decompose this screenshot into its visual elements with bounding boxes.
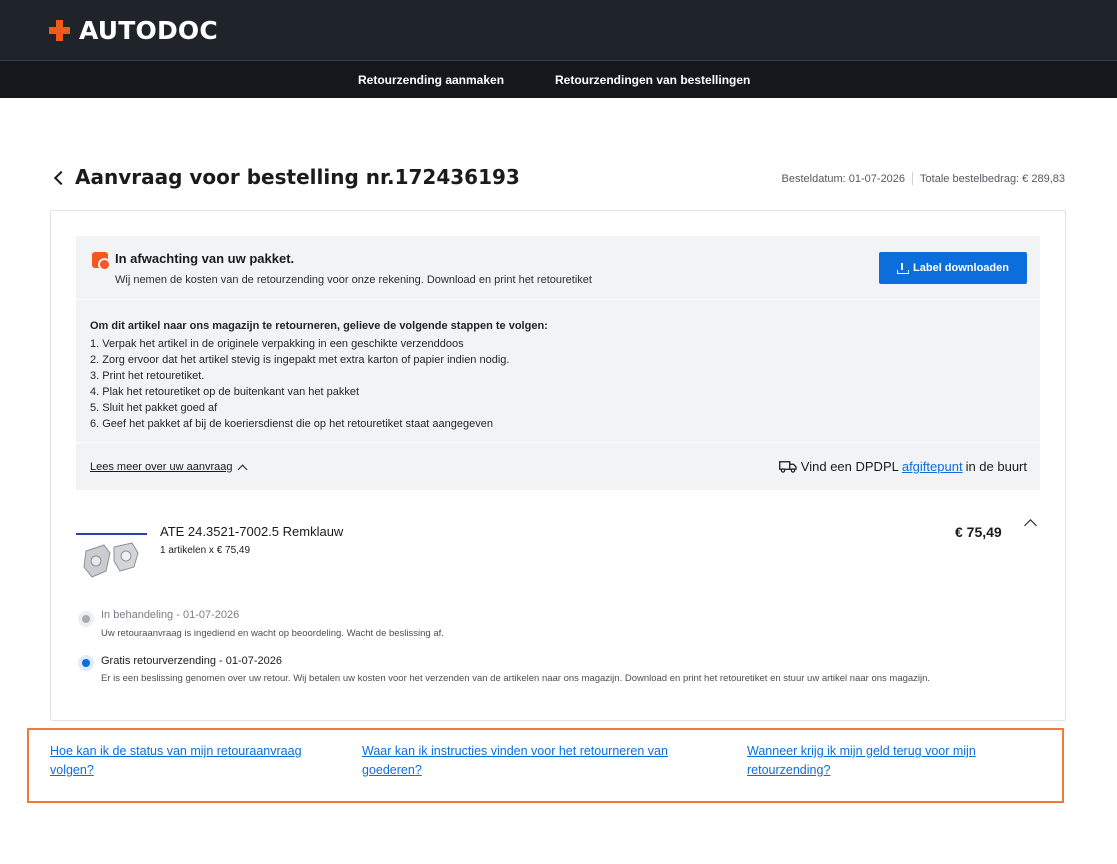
faq-line: retourzending? [747, 763, 831, 777]
label-download-button[interactable]: Label downloaden [879, 252, 1027, 284]
package-clock-icon [92, 252, 111, 271]
status-title: In afwachting van uw pakket. [115, 251, 295, 266]
step-item: 4. Plak het retouretiket op de buitenkan… [90, 386, 360, 398]
timeline-description: Er is een beslissing genomen over uw ret… [101, 673, 931, 684]
step-item: 6. Geef het pakket af bij de koeriersdie… [90, 418, 493, 430]
download-icon [897, 262, 910, 274]
chevron-up-icon [238, 464, 248, 474]
dpd-prefix: Vind een DPDPL [800, 459, 899, 474]
top-header: AUTODOC [0, 0, 1117, 60]
order-date: Besteldatum: 01-07-2026 [781, 172, 906, 185]
plus-logo-icon [49, 19, 70, 41]
product-price: € 75,49 [955, 524, 1002, 540]
step-item: 3. Print het retouretiket. [90, 370, 205, 382]
timeline-description: Uw retouraanvraag is ingediend en wacht … [101, 628, 444, 639]
label-download-label: Label downloaden [913, 262, 1009, 274]
truck-icon [778, 461, 797, 473]
step-item: 1. Verpak het artikel in de originele ve… [90, 338, 464, 350]
product-name: ATE 24.3521-7002.5 Remklauw [160, 524, 344, 539]
faq-line: Waar kan ik instructies vinden voor het … [362, 744, 668, 758]
return-request-card: In afwachting van uw pakket. Wij nemen d… [50, 210, 1066, 721]
timeline-dot-current [78, 655, 94, 671]
faq-status-link[interactable]: Hoe kan ik de status van mijn retouraanv… [50, 742, 302, 780]
return-steps: Om dit artikel naar ons magazijn te reto… [90, 318, 548, 432]
timeline-title: In behandeling - 01-07-2026 [101, 609, 240, 621]
product-quantity: 1 artikelen x € 75,49 [160, 545, 251, 556]
dpd-dropoff: Vind een DPDPL afgiftepunt in de buurt [778, 459, 1027, 474]
step-item: 2. Zorg ervoor dat het artikel stevig is… [90, 354, 510, 366]
product-image [76, 533, 147, 578]
step-item: 5. Sluit het pakket goed af [90, 402, 218, 414]
faq-line: Hoe kan ik de status van mijn retouraanv… [50, 744, 302, 758]
logo-text: AUTODOC [79, 15, 218, 45]
read-more-label: Lees meer over uw aanvraag [90, 461, 233, 473]
read-more-row: Lees meer over uw aanvraag Vind een DPDP… [76, 442, 1040, 490]
nav-order-returns[interactable]: Retourzendingen van bestellingen [555, 73, 750, 87]
order-meta: Besteldatum: 01-07-2026 Totale bestelbed… [782, 172, 1065, 185]
faq-line: Wanneer krijg ik mijn geld terug voor mi… [747, 744, 976, 758]
page-title: Aanvraag voor bestelling nr.172436193 [75, 165, 520, 189]
status-row: In afwachting van uw pakket. Wij nemen d… [76, 236, 1040, 300]
steps-intro: Om dit artikel naar ons magazijn te reto… [90, 320, 548, 332]
timeline-dot-done [78, 611, 94, 627]
faq-line: goederen? [362, 763, 422, 777]
autodoc-logo[interactable]: AUTODOC [49, 15, 218, 45]
main-nav: Retourzending aanmaken Retourzendingen v… [0, 60, 1117, 98]
nav-create-return[interactable]: Retourzending aanmaken [358, 73, 504, 87]
timeline-title: Gratis retourverzending - 01-07-2026 [101, 655, 282, 667]
faq-line: volgen? [50, 763, 94, 777]
status-subtitle: Wij nemen de kosten van de retourzending… [115, 274, 592, 286]
back-arrow-icon[interactable] [52, 170, 66, 186]
instructions-panel: In afwachting van uw pakket. Wij nemen d… [76, 236, 1040, 490]
faq-links: Hoe kan ik de status van mijn retouraanv… [27, 728, 1064, 803]
faq-refund-link[interactable]: Wanneer krijg ik mijn geld terug voor mi… [747, 742, 976, 780]
faq-instructions-link[interactable]: Waar kan ik instructies vinden voor het … [362, 742, 668, 780]
read-more-link[interactable]: Lees meer over uw aanvraag [90, 461, 248, 474]
dropoff-point-link[interactable]: afgiftepunt [902, 459, 963, 474]
collapse-chevron-icon[interactable] [1023, 516, 1039, 530]
order-total: Totale bestelbedrag: € 289,83 [920, 172, 1065, 185]
dpd-suffix: in de buurt [965, 459, 1027, 474]
meta-divider [912, 172, 914, 185]
